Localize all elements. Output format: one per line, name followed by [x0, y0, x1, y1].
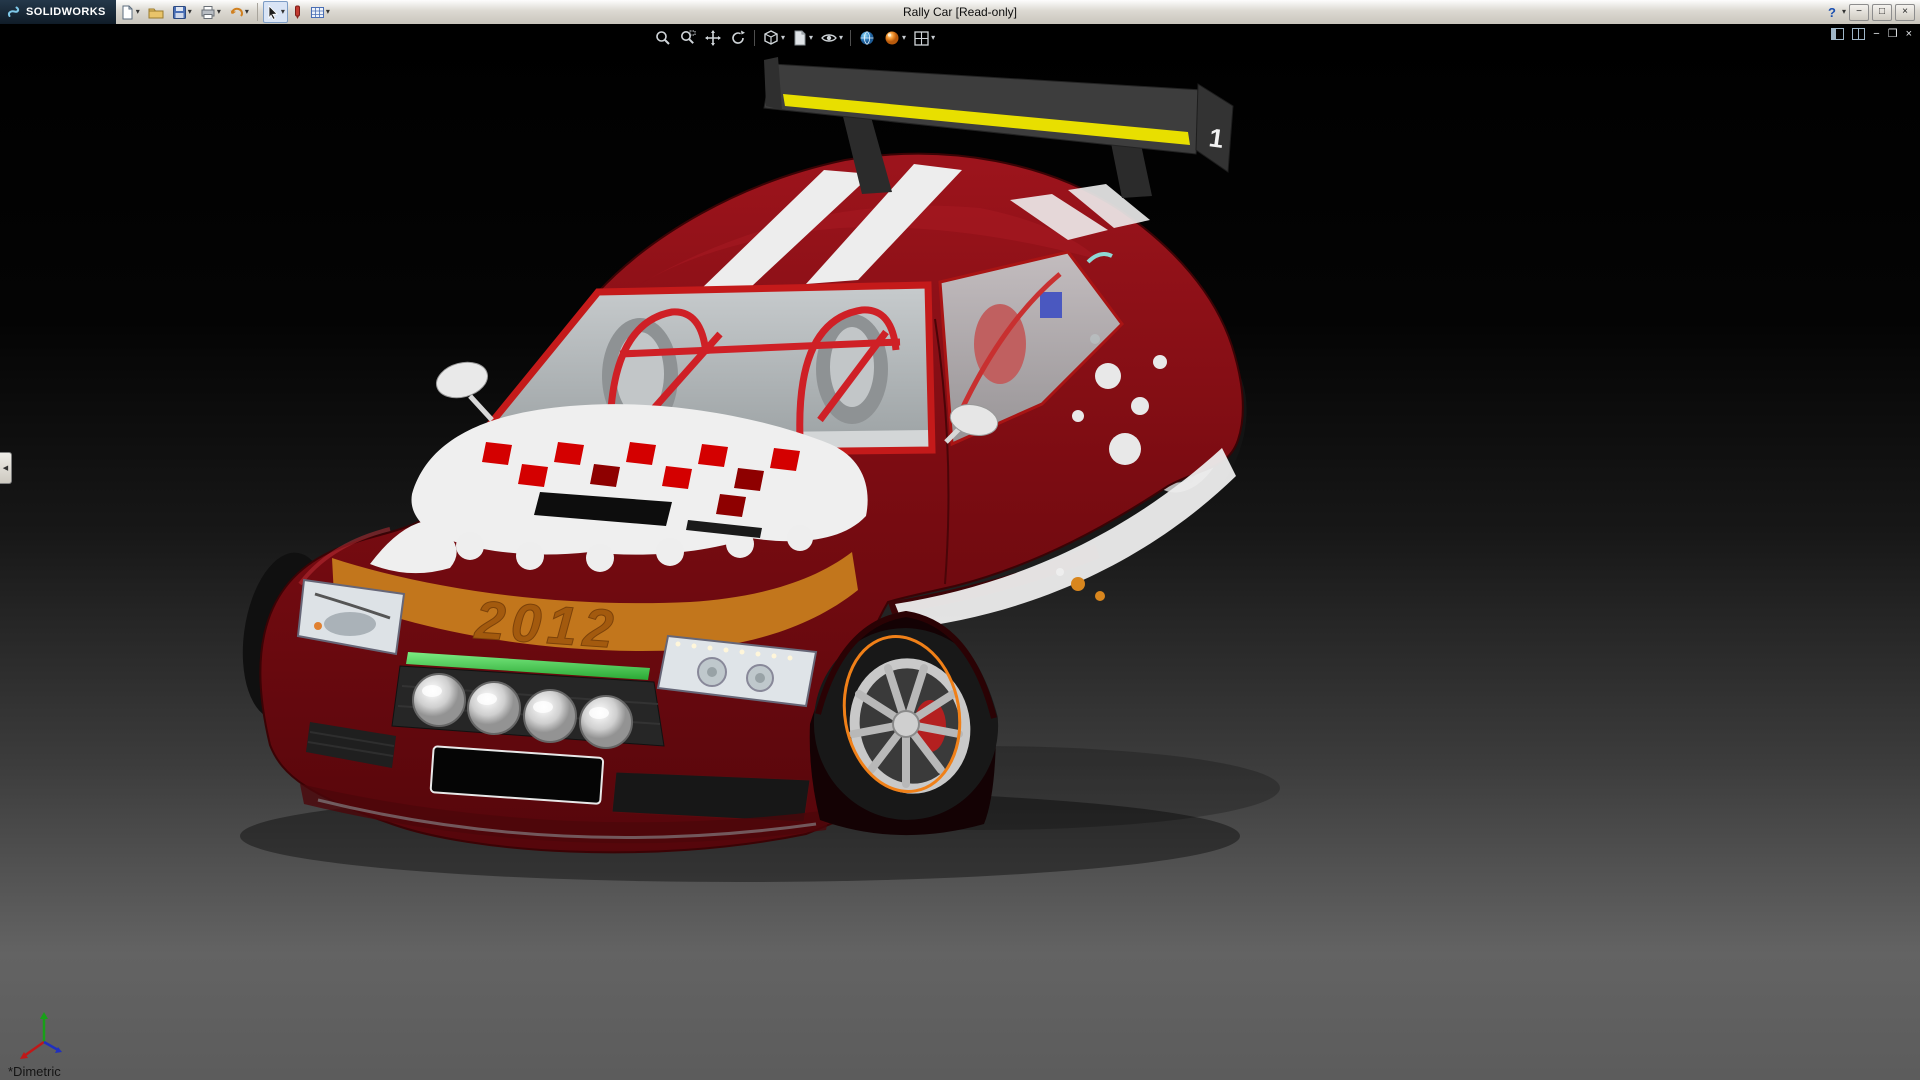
doc-close-button[interactable]: ×	[1906, 29, 1912, 40]
help-dropdown-caret: ▾	[1842, 8, 1846, 16]
dropdown-caret: ▾	[931, 34, 935, 42]
pan-icon	[704, 29, 722, 47]
close-button[interactable]: ×	[1895, 4, 1915, 21]
dropdown-caret: ▾	[217, 8, 221, 16]
dropdown-caret: ▾	[839, 34, 843, 42]
hud-separator	[850, 30, 851, 46]
select-button[interactable]: ▾	[263, 1, 288, 23]
doc-restore-button[interactable]: ❒	[1888, 29, 1898, 40]
feature-panel-collapse-tab[interactable]: ◀	[0, 452, 12, 484]
save-button[interactable]: ▾	[169, 1, 195, 23]
view-settings-button[interactable]: ▾	[911, 27, 937, 49]
dropdown-caret: ▾	[188, 8, 192, 16]
dropdown-caret: ▾	[781, 34, 785, 42]
markup-icon	[293, 5, 302, 20]
print-icon	[200, 5, 216, 20]
doc-minimize-button[interactable]: −	[1873, 29, 1879, 40]
display-style-button[interactable]: ▾	[790, 27, 815, 49]
edit-appearance-icon	[883, 29, 901, 47]
solidworks-brand: SOLIDWORKS	[0, 0, 116, 24]
display-style-icon	[792, 29, 808, 47]
orientation-triad	[16, 1008, 72, 1064]
maximize-button[interactable]: □	[1872, 4, 1892, 21]
open-button[interactable]	[145, 1, 167, 23]
help-button[interactable]: ?	[1825, 5, 1839, 20]
minimize-button[interactable]: −	[1849, 4, 1869, 21]
window-title: Rally Car [Read-only]	[903, 5, 1017, 19]
document-window-controls: − ❒ ×	[1831, 28, 1912, 40]
view-settings-icon	[913, 30, 930, 47]
toolbar-separator	[257, 3, 258, 21]
hide-show-items-button[interactable]: ▾	[818, 27, 845, 49]
new-document-button[interactable]: ▾	[117, 1, 143, 23]
pane-split-icon[interactable]	[1852, 28, 1865, 40]
view-orientation-label: *Dimetric	[8, 1064, 61, 1079]
undo-button[interactable]: ▾	[226, 1, 252, 23]
apply-scene-icon	[858, 29, 876, 47]
rotate-view-icon	[729, 29, 747, 47]
display-grid-icon	[310, 5, 325, 20]
graphics-area[interactable]: ▾ ▾ ▾ ▾	[0, 24, 1920, 1080]
pan-button[interactable]	[702, 27, 724, 49]
dropdown-caret: ▾	[902, 34, 906, 42]
undo-icon	[229, 5, 244, 20]
markup-button[interactable]	[290, 1, 305, 23]
view-orientation-button[interactable]: ▾	[760, 27, 787, 49]
display-grid-button[interactable]: ▾	[307, 1, 333, 23]
hood-year-decal: 2012	[472, 590, 621, 660]
left-mirror	[432, 357, 492, 420]
dropdown-caret: ▾	[136, 8, 140, 16]
rotate-view-button[interactable]	[727, 27, 749, 49]
zoom-area-icon	[679, 29, 697, 47]
hud-separator	[754, 30, 755, 46]
print-button[interactable]: ▾	[197, 1, 224, 23]
pane-left-icon[interactable]	[1831, 28, 1844, 40]
dropdown-caret: ▾	[245, 8, 249, 16]
select-cursor-icon	[266, 5, 280, 20]
dropdown-caret: ▾	[809, 34, 813, 42]
edit-appearance-button[interactable]: ▾	[881, 27, 908, 49]
3ds-logo-icon	[6, 4, 22, 20]
dropdown-caret: ▾	[326, 8, 330, 16]
apply-scene-button[interactable]	[856, 27, 878, 49]
rally-car-3d-model[interactable]: 1	[0, 24, 1920, 1080]
save-icon	[172, 5, 187, 20]
title-bar: SOLIDWORKS ▾ ▾ ▾ ▾ ▾	[0, 0, 1920, 25]
new-document-icon	[120, 5, 135, 20]
open-icon	[148, 5, 164, 20]
heads-up-view-toolbar: ▾ ▾ ▾ ▾	[652, 27, 937, 49]
zoom-fit-button[interactable]	[652, 27, 674, 49]
zoom-fit-icon	[654, 29, 672, 47]
view-orientation-icon	[762, 29, 780, 47]
zoom-area-button[interactable]	[677, 27, 699, 49]
hide-show-items-icon	[820, 29, 838, 47]
dropdown-caret: ▾	[281, 8, 285, 16]
brand-label: SOLIDWORKS	[26, 6, 106, 18]
